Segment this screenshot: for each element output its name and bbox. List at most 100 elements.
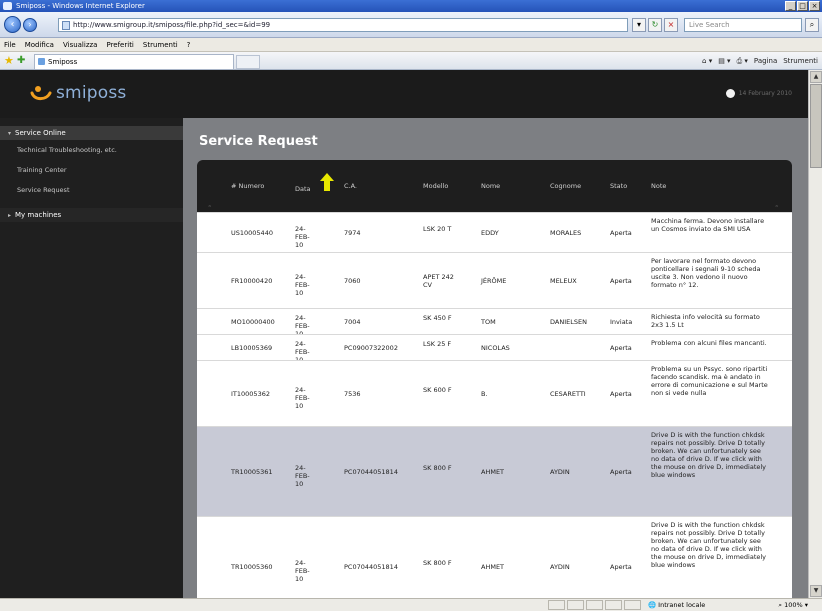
page-scrollbar[interactable]: ▲ ▼ (808, 70, 822, 598)
cell-ca: 7536 (344, 390, 361, 398)
cell-ca: 7060 (344, 277, 361, 285)
url-dropdown-button[interactable]: ▾ (632, 18, 646, 32)
sidebar-item-technical[interactable]: Technical Troubleshooting, etc. (0, 140, 183, 160)
col-cognome[interactable]: Cognome (550, 182, 581, 190)
main-content: Service Request # Numero Data C.A. Model… (183, 118, 808, 598)
cell-stato: Aperta (610, 468, 632, 476)
page-viewport: smiposs 14 February 2010 ▾ Service Online… (0, 70, 808, 598)
menu-strumenti[interactable]: Strumenti (143, 38, 178, 51)
header-date: 14 February 2010 (738, 90, 792, 97)
favorites-star-icon[interactable]: ★ (4, 55, 14, 67)
user-avatar[interactable] (725, 89, 735, 98)
col-note[interactable]: Note (651, 182, 666, 190)
search-input[interactable]: Live Search (684, 18, 802, 32)
status-bar: 🌐 Intranet locale ⌕ 100% ▾ (0, 598, 822, 611)
col-data[interactable]: Data (295, 185, 311, 193)
cell-modello: SK 800 F (423, 559, 452, 567)
cell-stato: Aperta (610, 344, 632, 352)
command-bar: ⌂ ▾ ▤ ▾ ⎙ ▾ Pagina Strumenti (702, 54, 818, 68)
back-button[interactable]: ‹ (4, 16, 21, 33)
scroll-up-icon[interactable]: ▲ (810, 71, 822, 83)
table-row[interactable]: IT10005362 24-FEB-10 7536 SK 600 F B. CESARET… (197, 360, 792, 426)
print-icon[interactable]: ⎙ ▾ (737, 54, 748, 68)
tab-title: Smiposs (48, 58, 78, 66)
table-row[interactable]: LB1000536924-FEB-10PC09007322002LSK 25 F… (197, 334, 792, 364)
zoom-level[interactable]: ⌕ 100% ▾ (778, 599, 808, 611)
sidebar-section-label: Service Online (15, 129, 66, 137)
cell-note: Per lavorare nel formato devono ponticel… (651, 257, 761, 289)
menu-help[interactable]: ? (187, 38, 191, 51)
refresh-button[interactable]: ↻ (648, 18, 662, 32)
new-tab-button[interactable] (236, 55, 260, 69)
sidebar-item-service-request[interactable]: Service Request (0, 180, 183, 200)
search-icon[interactable]: ⌕ (805, 18, 819, 32)
home-icon[interactable]: ⌂ ▾ (702, 54, 712, 68)
cell-cognome: AYDIN (550, 468, 570, 476)
cell-nome: NICOLAS (481, 344, 510, 352)
cell-modello: LSK 25 F (423, 340, 452, 348)
cell-ca: 7004 (344, 318, 361, 326)
window-controls: _ □ × (785, 1, 820, 11)
table-row[interactable]: TR10005360 24-FEB-10 PC07044051814 SK 800 F… (197, 516, 792, 598)
scroll-thumb[interactable] (810, 84, 822, 168)
cell-numero: TR10005361 (231, 468, 273, 476)
cell-stato: Aperta (610, 390, 632, 398)
tab-smiposs[interactable]: Smiposs (34, 54, 234, 69)
tabs-bar: ★ ✚ Smiposs ⌂ ▾ ▤ ▾ ⎙ ▾ Pagina Strumenti (0, 52, 822, 70)
col-ca[interactable]: C.A. (344, 182, 357, 190)
table-row[interactable]: TR10005361 24-FEB-10 PC07044051814 SK 800 F… (197, 426, 792, 516)
cell-numero: TR10005360 (231, 563, 273, 571)
col-modello[interactable]: Modello (423, 182, 448, 190)
add-favorite-icon[interactable]: ✚ (17, 55, 25, 67)
forward-button[interactable]: › (23, 18, 37, 32)
cell-data: 24-FEB-10 (295, 386, 310, 410)
cell-modello: SK 600 F (423, 386, 452, 394)
table-row[interactable]: US10005440 24-FEB-10 7974 LSK 20 T EDDY MORAL… (197, 212, 792, 252)
cell-ca: PC09007322002 (344, 344, 398, 352)
col-numero[interactable]: # Numero (231, 182, 264, 190)
cell-data: 24-FEB-10 (295, 559, 310, 583)
page-title: Service Request (199, 134, 318, 149)
scroll-down-icon[interactable]: ▼ (810, 585, 822, 597)
stop-button[interactable]: × (664, 18, 678, 32)
cell-cognome: DANIELSEN (550, 318, 587, 326)
page-menu[interactable]: Pagina (754, 54, 777, 68)
cell-note: Problema su un Pssyc. sono ripartiti fac… (651, 365, 768, 397)
cell-cognome: MORALES (550, 229, 582, 237)
menu-modifica[interactable]: Modifica (25, 38, 54, 51)
table-row[interactable]: MO1000040024-FEB-107004SK 450 FTOMDANIEL… (197, 308, 792, 338)
cell-note: Macchina ferma. Devono installare un Cos… (651, 217, 765, 233)
table-row[interactable]: FR10000420 24-FEB-10 7060 APET 242 CV JÉRÔME… (197, 252, 792, 308)
cell-stato: Aperta (610, 563, 632, 571)
menu-file[interactable]: File (4, 38, 16, 51)
cell-nome: AHMET (481, 563, 505, 571)
cell-stato: Inviata (610, 318, 633, 326)
tools-menu[interactable]: Strumenti (783, 54, 818, 68)
maximize-button[interactable]: □ (797, 1, 808, 11)
cell-cognome: AYDIN (550, 563, 570, 571)
feeds-icon[interactable]: ▤ ▾ (718, 54, 730, 68)
col-nome[interactable]: Nome (481, 182, 500, 190)
sidebar-section-label: My machines (15, 211, 62, 219)
zoom-level-label: 100% (784, 601, 803, 609)
minimize-button[interactable]: _ (785, 1, 796, 11)
url-field[interactable]: http://www.smigroup.it/smiposs/file.php?… (58, 18, 628, 32)
sidebar-section-service-online[interactable]: ▾ Service Online (0, 126, 183, 140)
cell-ca: PC07044051814 (344, 563, 398, 571)
cell-numero: US10005440 (231, 229, 273, 237)
header-user-info: 14 February 2010 (725, 89, 792, 98)
close-button[interactable]: × (809, 1, 820, 11)
status-panes (548, 600, 641, 610)
smiposs-logo-icon (30, 86, 52, 101)
sidebar-section-my-machines[interactable]: ▸ My machines (0, 208, 183, 222)
address-bar: ‹ › http://www.smigroup.it/smiposs/file.… (0, 12, 822, 38)
sidebar-item-training[interactable]: Training Center (0, 160, 183, 180)
cell-cognome: MELEUX (550, 277, 577, 285)
menu-visualizza[interactable]: Visualizza (63, 38, 97, 51)
site-logo[interactable]: smiposs (56, 83, 126, 103)
menu-preferiti[interactable]: Preferiti (106, 38, 133, 51)
cell-modello: SK 450 F (423, 314, 452, 322)
sort-up-arrow-icon[interactable] (320, 173, 334, 191)
cell-data: 24-FEB-10 (295, 225, 310, 249)
col-stato[interactable]: Stato (610, 182, 627, 190)
